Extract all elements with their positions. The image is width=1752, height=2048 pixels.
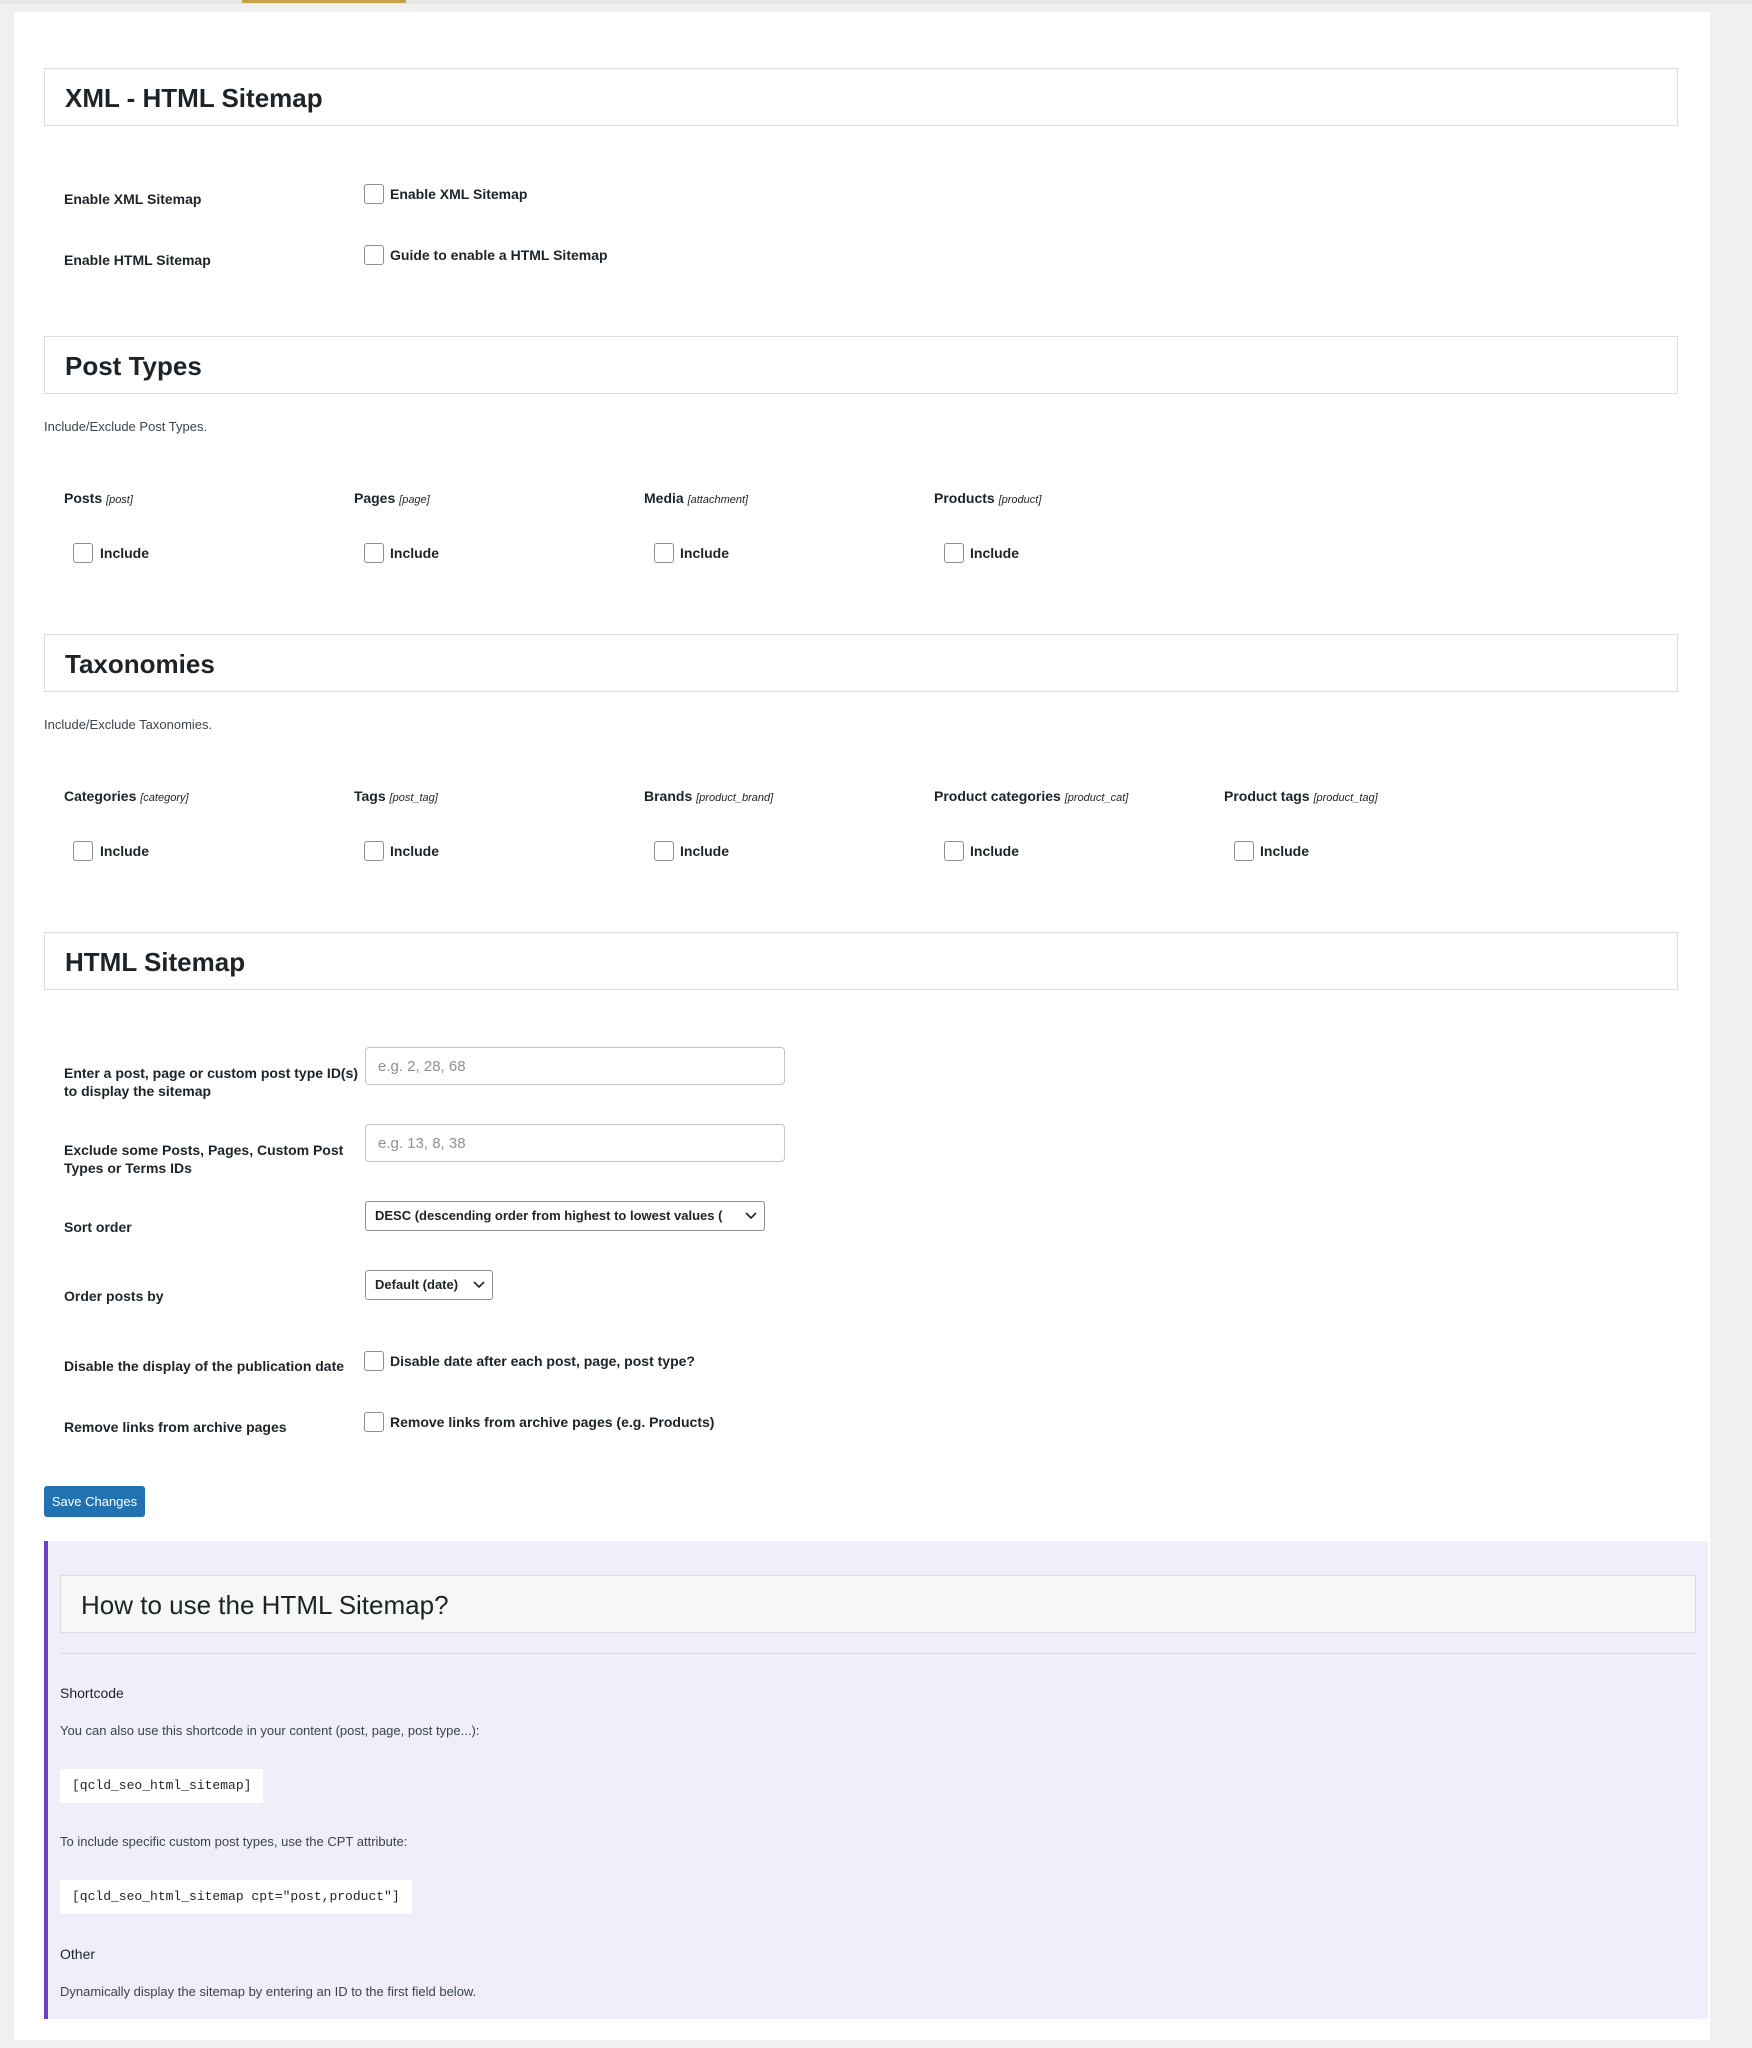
enable-xml-sitemap-checkbox-label[interactable]: Enable XML Sitemap [390,184,527,204]
active-tab-indicator [242,0,406,3]
order-by-select[interactable]: Default (date) [365,1270,493,1300]
post-type-title-products: Products [product] [934,490,1042,506]
sort-order-select[interactable]: DESC (descending order from highest to l… [365,1201,765,1231]
section-header-html-sitemap: HTML Sitemap [44,932,1678,990]
cpt-shortcode-code: [qcld_seo_html_sitemap cpt="post,product… [60,1880,412,1914]
sort-order-label: Sort order [64,1219,132,1235]
section-title: XML - HTML Sitemap [65,83,323,113]
enable-html-sitemap-label: Enable HTML Sitemap [64,252,211,268]
include-label[interactable]: Include [100,543,149,563]
include-label[interactable]: Include [680,543,729,563]
taxonomy-title-tags: Tags [post_tag] [354,788,438,804]
taxonomy-title-product-tags: Product tags [product_tag] [1224,788,1378,804]
taxonomy-title-product-categories: Product categories [product_cat] [934,788,1129,804]
shortcode-code: [qcld_seo_html_sitemap] [60,1769,264,1803]
include-label[interactable]: Include [680,841,729,861]
section-title: Post Types [65,351,202,381]
help-box: How to use the HTML Sitemap? Shortcode Y… [44,1541,1708,2019]
disable-date-checkbox-label[interactable]: Disable date after each post, page, post… [390,1351,695,1371]
taxonomy-include-checkbox-brands[interactable] [654,841,674,861]
help-title: How to use the HTML Sitemap? [81,1590,449,1620]
help-header: How to use the HTML Sitemap? [60,1575,1696,1633]
sitemap-ids-input[interactable] [365,1047,785,1085]
sitemap-ids-label: Enter a post, page or custom post type I… [64,1065,359,1099]
other-heading: Other [60,1946,96,1962]
taxonomy-title-brands: Brands [product_brand] [644,788,774,804]
section-title: Taxonomies [65,649,215,679]
post-type-include-checkbox-products[interactable] [944,543,964,563]
section-header-post-types: Post Types [44,336,1678,394]
section-header-taxonomies: Taxonomies [44,634,1678,692]
shortcode-heading: Shortcode [60,1685,124,1701]
exclude-ids-label: Exclude some Posts, Pages, Custom Post T… [64,1142,344,1176]
other-description: Dynamically display the sitemap by enter… [60,1984,477,1999]
enable-html-sitemap-checkbox-label[interactable]: Guide to enable a HTML Sitemap [390,245,608,265]
exclude-ids-input[interactable] [365,1124,785,1162]
include-label[interactable]: Include [100,841,149,861]
cpt-description: To include specific custom post types, u… [60,1834,408,1849]
include-label[interactable]: Include [1260,841,1309,861]
settings-panel: XML - HTML Sitemap Enable XML Sitemap En… [14,12,1710,2040]
include-label[interactable]: Include [970,543,1019,563]
enable-xml-sitemap-checkbox[interactable] [364,184,384,204]
disable-date-label: Disable the display of the publication d… [64,1358,345,1374]
taxonomy-include-checkbox-product-categories[interactable] [944,841,964,861]
remove-links-label: Remove links from archive pages [64,1419,287,1435]
taxonomy-include-checkbox-categories[interactable] [73,841,93,861]
chevron-down-icon [473,1281,485,1289]
remove-links-checkbox[interactable] [364,1412,384,1432]
shortcode-description: You can also use this shortcode in your … [60,1723,480,1738]
order-by-label: Order posts by [64,1288,164,1304]
section-header-xml-html: XML - HTML Sitemap [44,68,1678,126]
remove-links-checkbox-label[interactable]: Remove links from archive pages (e.g. Pr… [390,1412,714,1432]
enable-html-sitemap-checkbox[interactable] [364,245,384,265]
divider [60,1653,1696,1654]
include-label[interactable]: Include [970,841,1019,861]
chevron-down-icon [745,1212,757,1220]
taxonomy-include-checkbox-product-tags[interactable] [1234,841,1254,861]
post-type-title-posts: Posts [post] [64,490,133,506]
post-types-description: Include/Exclude Post Types. [44,419,208,434]
post-type-include-checkbox-media[interactable] [654,543,674,563]
taxonomies-description: Include/Exclude Taxonomies. [44,717,213,732]
taxonomy-title-categories: Categories [category] [64,788,189,804]
post-type-include-checkbox-pages[interactable] [364,543,384,563]
taxonomy-include-checkbox-tags[interactable] [364,841,384,861]
disable-date-checkbox[interactable] [364,1351,384,1371]
include-label[interactable]: Include [390,841,439,861]
section-title: HTML Sitemap [65,947,246,977]
enable-xml-sitemap-label: Enable XML Sitemap [64,191,202,207]
post-type-title-media: Media [attachment] [644,490,749,506]
include-label[interactable]: Include [390,543,439,563]
save-changes-button[interactable]: Save Changes [44,1486,145,1517]
post-type-include-checkbox-posts[interactable] [73,543,93,563]
post-type-title-pages: Pages [page] [354,490,430,506]
